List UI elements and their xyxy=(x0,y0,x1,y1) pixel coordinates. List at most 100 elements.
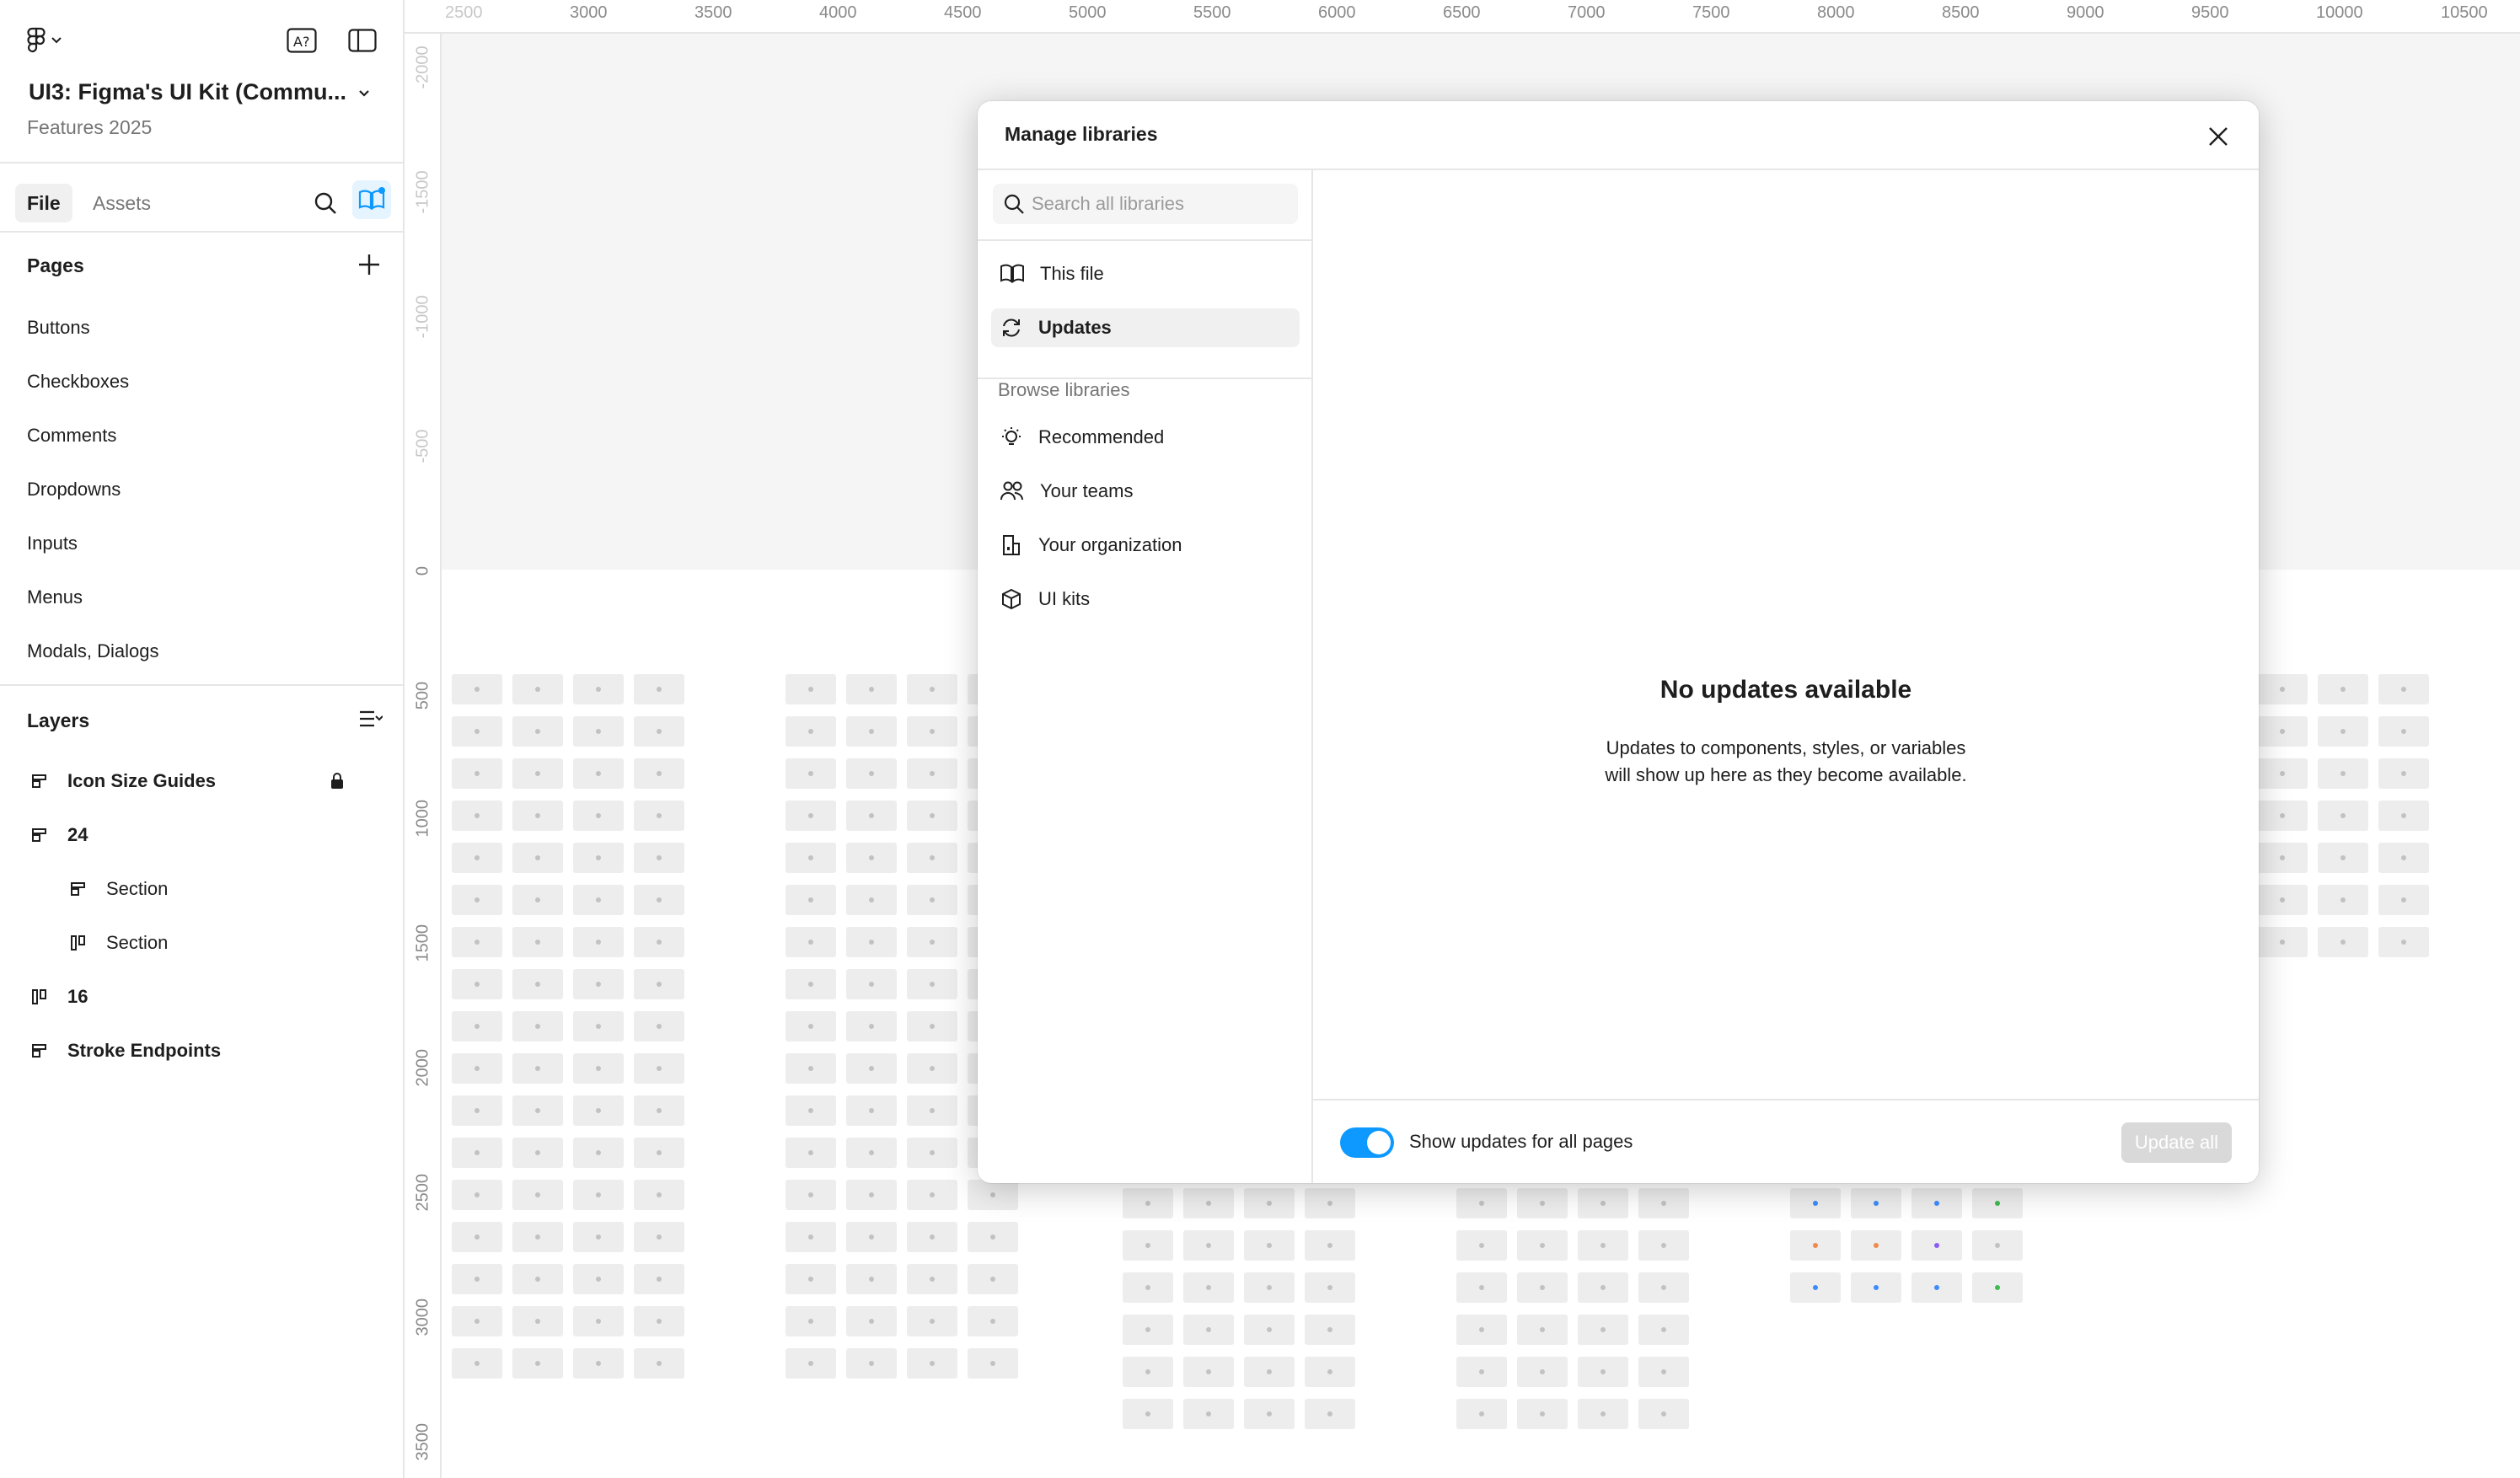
chevron-down-icon[interactable] xyxy=(354,83,374,103)
component-thumbnail xyxy=(512,1138,563,1168)
component-thumbnail xyxy=(1517,1188,1568,1218)
ruler-tick-label: 8000 xyxy=(1817,3,1855,22)
page-item[interactable]: Inputs xyxy=(27,533,78,554)
nav-item[interactable]: This file xyxy=(991,254,1300,293)
component-thumbnail xyxy=(1305,1272,1355,1303)
ruler-tick-label: -1500 xyxy=(413,170,432,214)
component-thumbnail xyxy=(1123,1357,1173,1387)
search-icon[interactable] xyxy=(308,184,342,222)
file-title[interactable]: UI3: Figma's UI Kit (Commu... xyxy=(29,79,346,105)
frame-icon xyxy=(69,933,89,953)
nav-item-label: UI kits xyxy=(1038,588,1091,609)
search-input[interactable] xyxy=(1030,192,1278,216)
page-item[interactable]: Dropdowns xyxy=(27,479,121,501)
component-thumbnail xyxy=(1517,1357,1568,1387)
component-thumbnail xyxy=(512,1180,563,1210)
page-item[interactable]: Checkboxes xyxy=(27,371,129,393)
component-thumbnail xyxy=(573,969,624,999)
component-thumbnail xyxy=(2318,674,2368,704)
updates-panel: No updates available Updates to componen… xyxy=(1313,170,2259,1114)
component-thumbnail xyxy=(968,1306,1018,1336)
empty-desc-line-1: Updates to components, styles, or variab… xyxy=(1606,737,1966,758)
tab-assets[interactable]: Assets xyxy=(81,184,163,222)
show-all-pages-toggle[interactable] xyxy=(1340,1127,1394,1158)
page-item[interactable]: Menus xyxy=(27,586,83,608)
layer-row[interactable]: Icon Size Guides xyxy=(30,770,216,792)
toggle-sidebar-button[interactable] xyxy=(346,25,379,56)
search-field[interactable] xyxy=(993,184,1298,224)
component-thumbnail xyxy=(512,801,563,831)
package-icon xyxy=(1000,587,1023,611)
layer-row[interactable]: Section xyxy=(69,932,168,954)
component-thumbnail xyxy=(1851,1188,1901,1218)
tab-file[interactable]: File xyxy=(15,184,72,222)
main-menu-button[interactable] xyxy=(27,24,78,57)
page-item[interactable]: Modals, Dialogs xyxy=(27,640,159,662)
manage-libraries-modal: Manage libraries This file Updates Browse… xyxy=(978,101,2259,1183)
nav-item[interactable]: Recommended xyxy=(991,418,1300,457)
thumbnail-grid xyxy=(452,674,684,1379)
component-thumbnail xyxy=(1456,1188,1507,1218)
collapse-layers-icon[interactable] xyxy=(357,708,383,731)
component-thumbnail xyxy=(785,1348,836,1379)
empty-state-title: No updates available xyxy=(1659,676,1912,704)
component-thumbnail xyxy=(907,885,957,915)
page-item[interactable]: Buttons xyxy=(27,317,90,339)
component-thumbnail xyxy=(634,1095,684,1126)
component-thumbnail xyxy=(785,758,836,789)
component-thumbnail xyxy=(452,1306,502,1336)
modal-header: Manage libraries xyxy=(978,101,2259,170)
component-thumbnail xyxy=(573,758,624,789)
update-all-button[interactable]: Update all xyxy=(2121,1122,2232,1163)
component-thumbnail xyxy=(846,1011,897,1042)
divider xyxy=(0,162,405,163)
layer-label: Stroke Endpoints xyxy=(67,1040,222,1061)
search-icon xyxy=(1003,193,1025,215)
layer-row[interactable]: 16 xyxy=(30,986,88,1008)
svg-text:A?: A? xyxy=(293,34,309,50)
ruler-tick-label: 1500 xyxy=(413,924,432,962)
refresh-icon xyxy=(1000,316,1023,340)
component-thumbnail xyxy=(907,927,957,957)
component-thumbnail xyxy=(785,1138,836,1168)
component-thumbnail xyxy=(1305,1357,1355,1387)
lock-icon[interactable] xyxy=(329,772,346,790)
component-thumbnail xyxy=(2257,801,2308,831)
nav-item[interactable]: Your teams xyxy=(991,472,1300,511)
component-thumbnail xyxy=(452,1053,502,1084)
component-thumbnail xyxy=(785,885,836,915)
component-thumbnail xyxy=(2257,885,2308,915)
component-thumbnail xyxy=(846,1095,897,1126)
layer-row[interactable]: Section xyxy=(69,878,168,900)
component-thumbnail xyxy=(573,1264,624,1294)
component-thumbnail xyxy=(846,674,897,704)
layer-label: 24 xyxy=(67,824,88,845)
component-thumbnail xyxy=(1638,1315,1689,1345)
library-icon[interactable] xyxy=(352,180,391,219)
add-page-button[interactable] xyxy=(356,251,383,278)
layer-row[interactable]: Stroke Endpoints xyxy=(30,1040,221,1062)
ruler-tick-label: 3000 xyxy=(413,1299,432,1336)
component-thumbnail xyxy=(1123,1188,1173,1218)
close-button[interactable] xyxy=(2203,121,2233,152)
layer-row[interactable]: 24 xyxy=(30,824,88,846)
component-thumbnail xyxy=(573,843,624,873)
component-thumbnail xyxy=(1911,1272,1962,1303)
component-thumbnail xyxy=(1123,1315,1173,1345)
component-thumbnail xyxy=(452,674,502,704)
component-thumbnail xyxy=(634,758,684,789)
component-thumbnail xyxy=(634,843,684,873)
ai-actions-button[interactable]: A? xyxy=(285,25,319,56)
nav-item[interactable]: Updates xyxy=(991,308,1300,347)
nav-item[interactable]: Your organization xyxy=(991,526,1300,565)
thumbnail-grid xyxy=(1790,1188,2023,1303)
ruler-tick-label: 3000 xyxy=(570,3,608,22)
nav-item[interactable]: UI kits xyxy=(991,580,1300,619)
component-thumbnail xyxy=(846,1222,897,1252)
component-thumbnail xyxy=(785,1053,836,1084)
component-thumbnail xyxy=(1578,1188,1628,1218)
component-thumbnail xyxy=(634,1348,684,1379)
component-thumbnail xyxy=(573,716,624,747)
page-item[interactable]: Comments xyxy=(27,425,116,447)
layers-title: Layers xyxy=(27,710,90,731)
